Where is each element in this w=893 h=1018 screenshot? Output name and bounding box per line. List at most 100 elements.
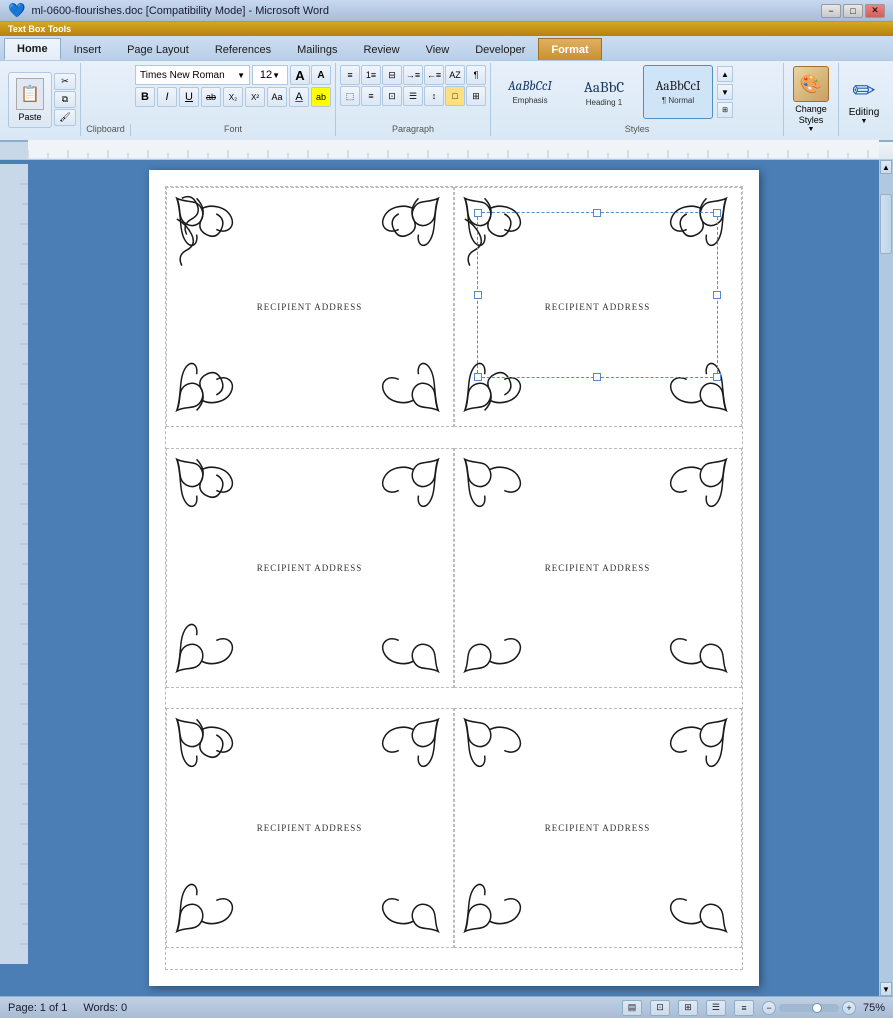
handle-top-right[interactable]	[713, 209, 721, 217]
web-layout-view-button[interactable]: ⊞	[678, 1000, 698, 1016]
ribbon-content: 📋 Paste ✂ ⧉ 🖌 Clipboard Times New Roman …	[0, 60, 893, 140]
borders-button[interactable]: ⊞	[466, 86, 486, 106]
handle-middle-left[interactable]	[474, 291, 482, 299]
increase-font-button[interactable]: A	[290, 65, 310, 85]
subscript-button[interactable]: X₂	[223, 87, 243, 107]
numbered-list-button[interactable]: 1≡	[361, 65, 381, 85]
zoom-out-button[interactable]: −	[762, 1001, 776, 1015]
left-ruler	[0, 160, 28, 996]
tab-review[interactable]: Review	[350, 38, 412, 60]
bold-button[interactable]: B	[135, 87, 155, 107]
font-name-box[interactable]: Times New Roman ▼	[135, 65, 250, 85]
scroll-up-button[interactable]: ▲	[880, 160, 892, 174]
strikethrough-button[interactable]: ab	[201, 87, 221, 107]
change-styles-icon: 🎨	[793, 66, 829, 102]
tab-page-layout[interactable]: Page Layout	[114, 38, 202, 60]
font-name-dropdown-icon[interactable]: ▼	[237, 71, 245, 80]
font-size-dropdown-icon[interactable]: ▼	[272, 71, 280, 80]
tab-view[interactable]: View	[413, 38, 463, 60]
styles-up-button[interactable]: ▲	[717, 66, 733, 82]
tab-references[interactable]: References	[202, 38, 284, 60]
font-color-button[interactable]: A	[289, 87, 309, 107]
handle-bottom-right[interactable]	[713, 373, 721, 381]
line-spacing-button[interactable]: ↕	[424, 86, 444, 106]
label-cell-1-1[interactable]: RECIPIENT ADDRESS	[454, 448, 742, 688]
superscript-button[interactable]: X²	[245, 87, 265, 107]
paste-button[interactable]: 📋 Paste	[8, 72, 52, 128]
decrease-font-button[interactable]: A	[311, 65, 331, 85]
zoom-thumb[interactable]	[812, 1003, 822, 1013]
styles-down-button[interactable]: ▼	[717, 84, 733, 100]
title-bar-right: − □ ✕	[821, 4, 885, 18]
styles-expand-button[interactable]: ⊞	[717, 102, 733, 118]
maximize-button[interactable]: □	[843, 4, 863, 18]
editing-button[interactable]: ✏ Editing ▼	[839, 63, 889, 136]
change-styles-button[interactable]: 🎨 ChangeStyles ▼	[784, 63, 839, 136]
style-heading1[interactable]: AaBbC Heading 1	[569, 65, 639, 119]
document-area[interactable]: RECIPIENT ADDRESS	[28, 160, 879, 996]
font-size-buttons: A A	[290, 65, 331, 85]
show-formatting-button[interactable]: ¶	[466, 65, 486, 85]
decrease-indent-button[interactable]: ←≡	[424, 65, 444, 85]
italic-button[interactable]: I	[157, 87, 177, 107]
cut-button[interactable]: ✂	[54, 73, 76, 90]
full-screen-view-button[interactable]: ⊡	[650, 1000, 670, 1016]
zoom-control[interactable]: − + 75%	[762, 1001, 885, 1015]
handle-bottom-middle[interactable]	[593, 373, 601, 381]
tab-insert[interactable]: Insert	[61, 38, 115, 60]
align-center-button[interactable]: ≡	[361, 86, 381, 106]
handle-top-left[interactable]	[474, 209, 482, 217]
copy-button[interactable]: ⧉	[54, 91, 76, 108]
draft-view-button[interactable]: ≡	[734, 1000, 754, 1016]
style-emphasis[interactable]: AaBbCcI Emphasis	[495, 65, 565, 119]
label-cell-2-1[interactable]: RECIPIENT ADDRESS	[454, 708, 742, 948]
zoom-bar[interactable]	[779, 1004, 839, 1012]
ruler-body[interactable]	[28, 140, 879, 161]
vertical-ruler-svg	[0, 164, 28, 964]
font-group: Times New Roman ▼ 12 ▼ A A B I U ab X₂ X…	[131, 63, 336, 136]
style-emphasis-label: Emphasis	[512, 96, 547, 105]
handle-bottom-left[interactable]	[474, 373, 482, 381]
page-indicator: Page: 1 of 1	[8, 1002, 67, 1014]
shading-button[interactable]: □	[445, 86, 465, 106]
sort-button[interactable]: AZ	[445, 65, 465, 85]
tab-format[interactable]: Format	[538, 38, 601, 60]
tab-home[interactable]: Home	[4, 38, 61, 60]
scroll-thumb-vertical[interactable]	[880, 194, 892, 254]
minimize-button[interactable]: −	[821, 4, 841, 18]
styles-group-label: Styles	[495, 122, 779, 134]
handle-middle-right[interactable]	[713, 291, 721, 299]
align-right-button[interactable]: ⊡	[382, 86, 402, 106]
bullet-list-button[interactable]: ≡	[340, 65, 360, 85]
outline-list-button[interactable]: ⊟	[382, 65, 402, 85]
ruler-left-margin	[0, 142, 28, 159]
tab-developer[interactable]: Developer	[462, 38, 538, 60]
scroll-down-button[interactable]: ▼	[880, 982, 892, 996]
print-layout-view-button[interactable]: ▤	[622, 1000, 642, 1016]
increase-indent-button[interactable]: →≡	[403, 65, 423, 85]
clear-formatting-button[interactable]: Aa	[267, 87, 287, 107]
scrollbar-vertical[interactable]: ▲ ▼	[879, 160, 893, 996]
underline-button[interactable]: U	[179, 87, 199, 107]
label-cell-1-0[interactable]: RECIPIENT ADDRESS	[166, 448, 454, 688]
close-button[interactable]: ✕	[865, 4, 885, 18]
label-cell-0-0[interactable]: RECIPIENT ADDRESS	[166, 187, 454, 427]
handle-top-middle[interactable]	[593, 209, 601, 217]
label-cell-0-1[interactable]: RECIPIENT ADDRESS	[454, 187, 742, 427]
ruler-svg	[28, 140, 879, 158]
highlight-button[interactable]: ab	[311, 87, 331, 107]
zoom-in-button[interactable]: +	[842, 1001, 856, 1015]
recipient-address-0-1: RECIPIENT ADDRESS	[545, 302, 651, 312]
font-size-box[interactable]: 12 ▼	[252, 65, 288, 85]
font-formatting-row: B I U ab X₂ X² Aa A ab	[135, 87, 331, 107]
justify-button[interactable]: ☰	[403, 86, 423, 106]
styles-row: AaBbCcI Emphasis AaBbC Heading 1 AaBbCcI…	[495, 65, 779, 119]
editing-dropdown-icon: ▼	[861, 118, 868, 125]
outline-view-button[interactable]: ☰	[706, 1000, 726, 1016]
format-painter-button[interactable]: 🖌	[54, 109, 76, 126]
style-normal[interactable]: AaBbCcI ¶ Normal	[643, 65, 713, 119]
align-left-button[interactable]: ⬚	[340, 86, 360, 106]
tab-mailings[interactable]: Mailings	[284, 38, 350, 60]
label-cell-2-0[interactable]: RECIPIENT ADDRESS	[166, 708, 454, 948]
styles-arrows: ▲ ▼ ⊞	[717, 66, 733, 118]
